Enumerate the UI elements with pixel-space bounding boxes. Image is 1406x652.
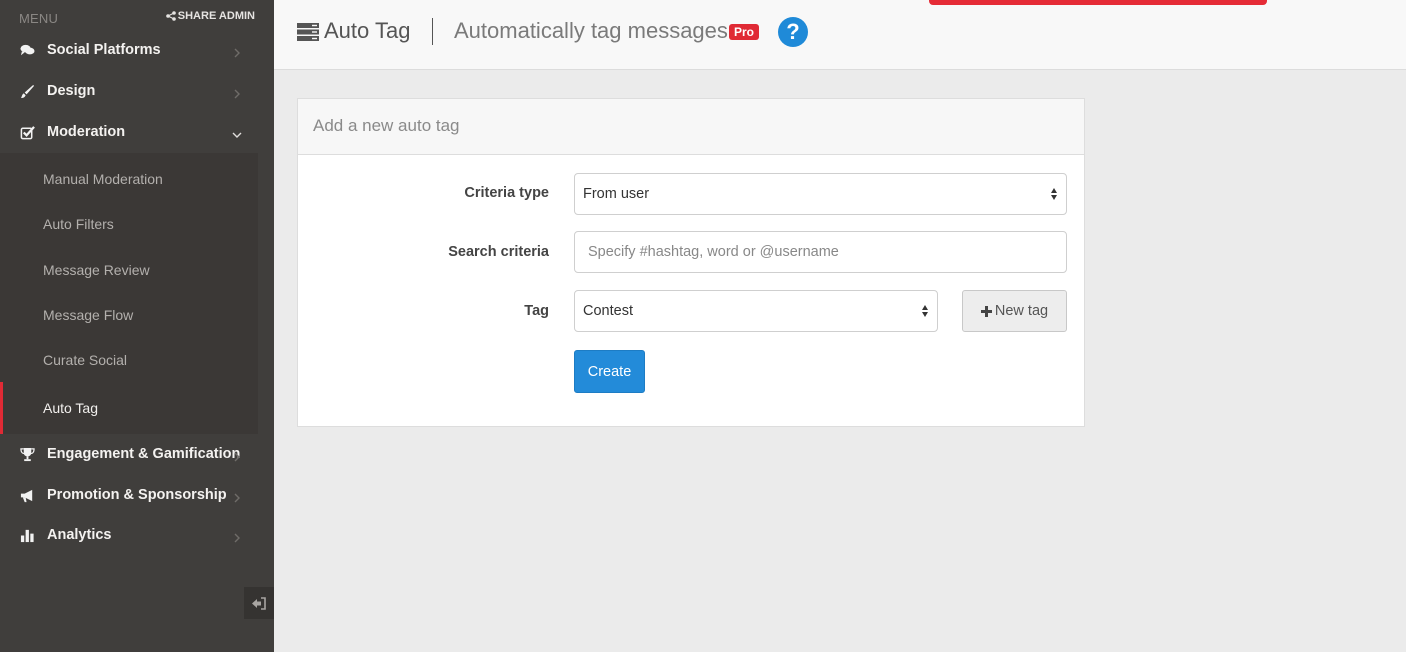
sidebar-item-label: Promotion & Sponsorship [47, 487, 227, 503]
panel-header: Add a new auto tag [298, 99, 1084, 155]
collapse-sidebar-button[interactable] [244, 587, 274, 619]
submenu-item-auto-filters[interactable]: Auto Filters [0, 201, 258, 246]
search-criteria-placeholder: Specify #hashtag, word or @username [588, 244, 839, 260]
pro-badge: Pro [729, 24, 760, 40]
new-tag-label: New tag [994, 303, 1049, 319]
chevron-down-icon [232, 127, 242, 138]
plus-icon [980, 305, 992, 317]
chevron-right-icon [232, 449, 242, 462]
submenu-item-message-flow[interactable]: Message Flow [0, 292, 258, 337]
tag-select[interactable]: Contest [574, 290, 938, 332]
criteria-type-select[interactable]: From user [574, 173, 1067, 215]
trophy-icon [19, 446, 35, 462]
check-square-icon [19, 124, 35, 140]
criteria-type-label: Criteria type [464, 185, 549, 201]
submenu-item-curate-social[interactable]: Curate Social [0, 337, 258, 382]
submenu-item-auto-tag[interactable]: Auto Tag [0, 382, 258, 434]
bullhorn-icon [19, 487, 35, 503]
criteria-type-value: From user [583, 186, 650, 202]
sidebar-item-design[interactable]: Design [0, 71, 274, 111]
sidebar-item-label: Engagement & Gamification [47, 446, 241, 462]
sidebar-item-label: Analytics [47, 527, 112, 543]
sidebar-item-analytics[interactable]: Analytics [0, 515, 274, 555]
share-admin-label: SHARE ADMIN [177, 10, 255, 22]
sidebar-item-promotion-sponsorship[interactable]: Promotion & Sponsorship [0, 475, 274, 515]
page-title: Auto Tag [324, 18, 411, 43]
notification-strip [929, 0, 1267, 5]
page-subtitle: Automatically tag messages [454, 18, 728, 43]
sidebar-item-label: Design [47, 83, 96, 99]
chevron-right-icon [232, 490, 242, 503]
page-header: Auto Tag Automatically tag messages Pro … [274, 0, 1406, 70]
new-tag-button[interactable]: New tag [962, 290, 1067, 332]
submenu-item-message-review[interactable]: Message Review [0, 247, 258, 292]
add-auto-tag-panel: Add a new auto tag Criteria type From us… [297, 98, 1085, 427]
menu-label: MENU [19, 11, 59, 26]
select-arrows-icon [1051, 188, 1057, 200]
submenu-item-label: Auto Filters [43, 215, 114, 232]
share-admin-button[interactable]: SHARE ADMIN [165, 10, 255, 22]
comments-icon [19, 42, 35, 58]
share-icon [165, 11, 176, 21]
chevron-right-icon [232, 86, 242, 99]
select-arrows-icon [922, 305, 928, 317]
create-button[interactable]: Create [574, 350, 645, 393]
sidebar: MENU SHARE ADMIN Social Platforms Design… [0, 0, 274, 652]
menu-header: MENU SHARE ADMIN [19, 10, 255, 26]
search-criteria-label: Search criteria [448, 244, 549, 260]
bar-chart-icon [19, 527, 35, 543]
sidebar-item-label: Social Platforms [47, 42, 161, 58]
help-icon[interactable]: ? [778, 17, 808, 47]
submenu-item-label: Auto Tag [43, 400, 99, 416]
panel-title: Add a new auto tag [313, 116, 460, 135]
tag-value: Contest [583, 303, 633, 319]
title-divider [432, 18, 433, 45]
server-icon [297, 23, 319, 41]
tag-label: Tag [524, 303, 549, 319]
sidebar-item-social-platforms[interactable]: Social Platforms [0, 30, 274, 70]
sidebar-item-label: Moderation [47, 124, 126, 140]
submenu-item-label: Manual Moderation [43, 170, 163, 187]
sign-in-icon [251, 596, 266, 610]
submenu-item-label: Curate Social [43, 351, 128, 368]
search-criteria-input[interactable]: Specify #hashtag, word or @username [574, 231, 1067, 273]
moderation-submenu: Manual Moderation Auto Filters Message R… [0, 153, 258, 434]
brush-icon [19, 83, 35, 99]
submenu-item-label: Message Flow [43, 306, 134, 323]
chevron-right-icon [232, 530, 242, 543]
sidebar-item-engagement-gamification[interactable]: Engagement & Gamification [0, 434, 274, 474]
sidebar-item-moderation[interactable]: Moderation [0, 112, 274, 152]
submenu-item-label: Message Review [43, 261, 150, 278]
submenu-item-manual-moderation[interactable]: Manual Moderation [0, 156, 258, 201]
chevron-right-icon [232, 45, 242, 58]
